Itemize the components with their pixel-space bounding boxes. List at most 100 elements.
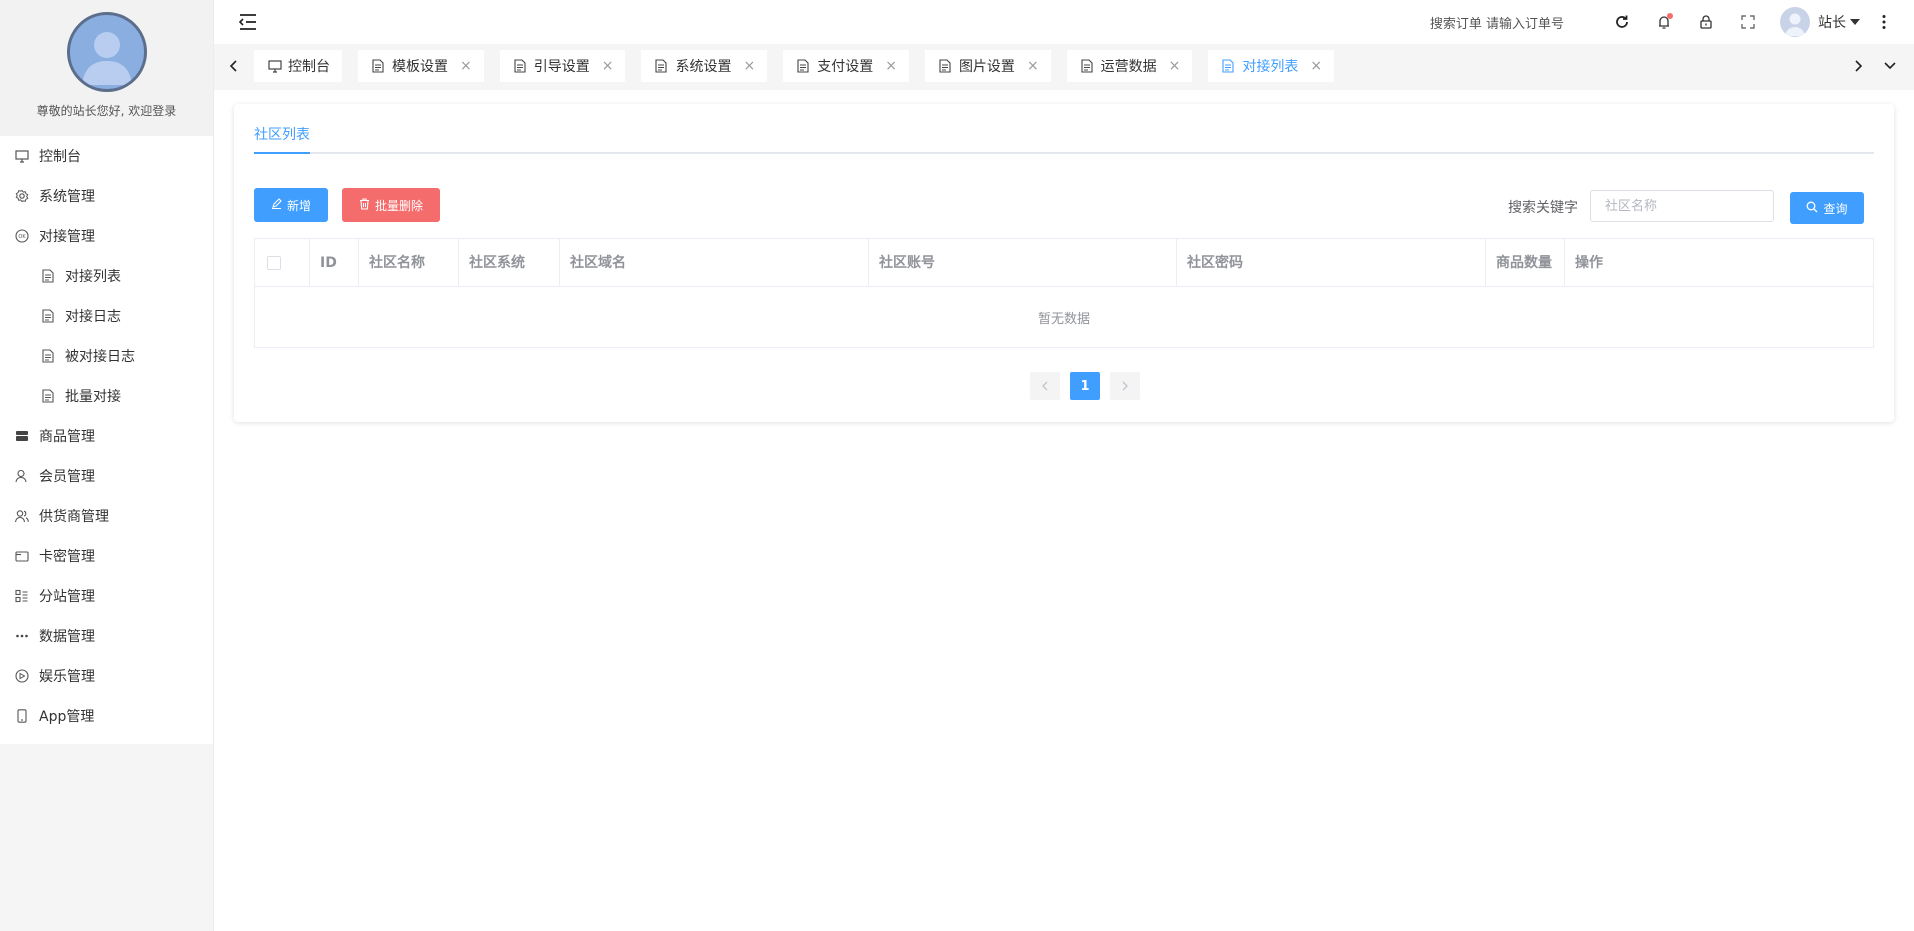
- tab-image-settings[interactable]: 图片设置 ×: [924, 50, 1051, 82]
- caret-down-icon[interactable]: [1850, 19, 1860, 25]
- sidebar-item-label: 对接列表: [65, 269, 121, 285]
- main-content: 社区列表 新增 批量删除 搜索关键字 查询 ID 社区名称 社区系统 社区域名 …: [214, 90, 1914, 931]
- sidebar-item-system[interactable]: 系统管理: [0, 176, 213, 216]
- search-label: 搜索关键字: [1508, 200, 1578, 216]
- sidebar-item-entertainment[interactable]: 娱乐管理: [0, 656, 213, 696]
- close-icon[interactable]: ×: [1310, 58, 1322, 74]
- sidebar-item-batch-docking[interactable]: 批量对接: [0, 376, 213, 416]
- tab-payment-settings[interactable]: 支付设置 ×: [783, 50, 909, 82]
- sidebar: 尊敬的站长您好, 欢迎登录 控制台 系统管理 OK 对接管理 对接列表 对接日志…: [0, 0, 214, 931]
- column-header: 社区密码: [1177, 239, 1486, 287]
- query-button-label: 查询: [1823, 201, 1848, 216]
- refresh-icon[interactable]: [1612, 12, 1632, 32]
- sidebar-item-docking[interactable]: OK 对接管理: [0, 216, 213, 256]
- close-icon[interactable]: ×: [602, 58, 614, 74]
- query-button[interactable]: 查询: [1790, 192, 1864, 224]
- column-header: ID: [310, 239, 359, 287]
- sidebar-item-label: 对接管理: [39, 229, 95, 245]
- user-avatar[interactable]: [1780, 7, 1810, 37]
- select-all-checkbox[interactable]: [267, 256, 281, 270]
- tab-operations-data[interactable]: 运营数据 ×: [1066, 50, 1193, 82]
- document-icon: [939, 59, 953, 73]
- sidebar-item-data[interactable]: 数据管理: [0, 616, 213, 656]
- sidebar-item-label: 对接日志: [65, 309, 121, 325]
- column-header: 商品数量: [1486, 239, 1565, 287]
- svg-text:OK: OK: [18, 234, 26, 240]
- tab-docking-list[interactable]: 对接列表 ×: [1208, 50, 1335, 82]
- sidebar-item-label: 分站管理: [39, 589, 95, 605]
- sidebar-item-label: 娱乐管理: [39, 669, 95, 685]
- column-header: 社区系统: [459, 239, 560, 287]
- sidebar-item-cards[interactable]: 卡密管理: [0, 536, 213, 576]
- page-number-button[interactable]: 1: [1070, 372, 1100, 400]
- user-name[interactable]: 站长: [1818, 12, 1846, 32]
- goods-icon: [14, 428, 30, 444]
- add-button[interactable]: 新增: [254, 188, 328, 222]
- bell-icon[interactable]: [1654, 12, 1674, 32]
- batch-delete-button[interactable]: 批量删除: [342, 188, 440, 222]
- sidebar-item-label: 供货商管理: [39, 509, 109, 525]
- tab-label: 对接列表: [1242, 59, 1299, 75]
- close-icon[interactable]: ×: [460, 58, 472, 74]
- trash-icon: [359, 197, 370, 213]
- tab-label: 系统设置: [675, 59, 732, 75]
- game-icon: [14, 668, 30, 684]
- close-icon[interactable]: ×: [1169, 58, 1181, 74]
- lock-icon[interactable]: [1696, 12, 1716, 32]
- sidebar-item-app[interactable]: App管理: [0, 696, 213, 736]
- sidebar-item-dashboard[interactable]: 控制台: [0, 136, 213, 176]
- close-icon[interactable]: ×: [885, 58, 897, 74]
- add-button-label: 新增: [286, 198, 311, 213]
- table-empty: 暂无数据: [255, 287, 1873, 347]
- sidebar-item-members[interactable]: 会员管理: [0, 456, 213, 496]
- edit-icon: [271, 198, 282, 212]
- tab-label: 控制台: [288, 59, 330, 75]
- sidebar-item-suppliers[interactable]: 供货商管理: [0, 496, 213, 536]
- sidebar-item-label: 商品管理: [39, 429, 95, 445]
- document-icon: [40, 308, 56, 324]
- sidebar-item-docked-log[interactable]: 被对接日志: [0, 336, 213, 376]
- table-header: ID 社区名称 社区系统 社区域名 社区账号 社区密码 商品数量 操作: [255, 239, 1873, 287]
- more-vertical-icon[interactable]: [1874, 12, 1894, 32]
- tabs-menu-chevron-down-icon[interactable]: [1878, 54, 1902, 78]
- fullscreen-icon[interactable]: [1738, 12, 1758, 32]
- sidebar-item-docking-list[interactable]: 对接列表: [0, 256, 213, 296]
- branch-icon: [14, 588, 30, 604]
- sidebar-item-label: App管理: [39, 709, 95, 725]
- tabs-scroll-right-icon[interactable]: [1846, 54, 1870, 78]
- column-header: 操作: [1575, 255, 1603, 271]
- search-input[interactable]: [1590, 190, 1774, 222]
- sidebar-item-label: 数据管理: [39, 629, 95, 645]
- search-order-field[interactable]: 搜索订单 请输入订单号: [1430, 13, 1564, 32]
- close-icon[interactable]: ×: [1027, 58, 1039, 74]
- tab-system-settings[interactable]: 系统设置 ×: [641, 50, 768, 82]
- sidebar-item-goods[interactable]: 商品管理: [0, 416, 213, 456]
- tab-dashboard[interactable]: 控制台: [254, 50, 342, 82]
- sidebar-item-label: 控制台: [39, 149, 81, 165]
- search-icon: [1806, 201, 1818, 216]
- sidebar-item-label: 被对接日志: [65, 349, 135, 365]
- tab-community-list[interactable]: 社区列表: [254, 124, 310, 154]
- tab-template-settings[interactable]: 模板设置 ×: [358, 50, 484, 82]
- column-header: 社区账号: [869, 239, 1177, 287]
- empty-text: 暂无数据: [1037, 311, 1090, 327]
- close-icon[interactable]: ×: [743, 58, 755, 74]
- column-header: 社区域名: [560, 239, 869, 287]
- tabs-bar: 控制台 模板设置 × 引导设置 × 系统设置 × 支付设置 × 图片设置 × 运…: [214, 44, 1914, 90]
- tab-label: 引导设置: [533, 59, 590, 75]
- avatar[interactable]: [66, 12, 147, 92]
- collapse-menu-icon[interactable]: [238, 12, 258, 32]
- document-icon: [655, 59, 669, 73]
- sidebar-item-label: 卡密管理: [39, 549, 95, 565]
- sidebar-item-branches[interactable]: 分站管理: [0, 576, 213, 616]
- prev-page-button[interactable]: [1030, 372, 1060, 400]
- tab-guide-settings[interactable]: 引导设置 ×: [499, 50, 626, 82]
- next-page-button[interactable]: [1110, 372, 1140, 400]
- tabs-scroll-left-icon[interactable]: [222, 54, 246, 78]
- content-card: 社区列表 新增 批量删除 搜索关键字 查询 ID 社区名称 社区系统 社区域名 …: [234, 104, 1894, 422]
- sidebar-item-docking-log[interactable]: 对接日志: [0, 296, 213, 336]
- pagination: 1: [1030, 372, 1150, 400]
- header-actions: 搜索订单 请输入订单号 站长: [1430, 0, 1894, 44]
- mobile-icon: [14, 708, 30, 724]
- monitor-icon: [14, 148, 30, 164]
